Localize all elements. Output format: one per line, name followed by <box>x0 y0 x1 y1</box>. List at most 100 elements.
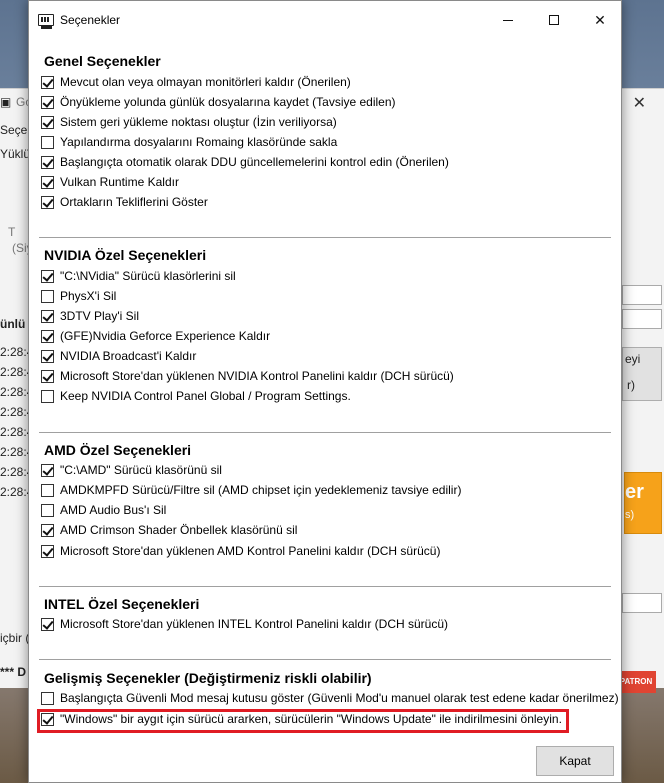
section-divider <box>39 586 611 588</box>
option-label: Microsoft Store'dan yüklenen NVIDIA Kont… <box>60 369 454 383</box>
option-amd-4[interactable]: Microsoft Store'dan yüklenen AMD Kontrol… <box>41 541 440 561</box>
checkbox[interactable] <box>41 691 54 705</box>
option-label: Sistem geri yükleme noktası oluştur (İzi… <box>60 115 337 129</box>
option-label: Önyükleme yolunda günlük dosyalarına kay… <box>60 95 396 109</box>
option-amd-2[interactable]: AMD Audio Bus'ı Sil <box>41 500 166 520</box>
checkbox[interactable] <box>41 329 54 343</box>
highlight-box <box>37 709 569 733</box>
option-nvidia-5[interactable]: Microsoft Store'dan yüklenen NVIDIA Kont… <box>41 366 454 386</box>
option-label: Başlangıçta otomatik olarak DDU güncelle… <box>60 155 449 169</box>
option-label: Keep NVIDIA Control Panel Global / Progr… <box>60 389 351 403</box>
option-advanced-0[interactable]: Başlangıçta Güvenli Mod mesaj kutusu gös… <box>41 688 619 708</box>
bg-fragment: ünlü <box>0 317 26 331</box>
option-nvidia-3[interactable]: (GFE)Nvidia Geforce Experience Kaldır <box>41 326 270 346</box>
section-title-advanced: Gelişmiş Seçenekler (Değiştirmeniz riskl… <box>44 670 372 686</box>
options-dialog: Seçenekler ✕ Genel Seçenekler Mevcut ola… <box>28 0 622 783</box>
bg-fragment: içbir ( <box>0 631 30 645</box>
bg-fragment: T <box>8 225 16 239</box>
option-label: Vulkan Runtime Kaldır <box>60 175 179 189</box>
bg-fragment: Yüklü <box>0 147 31 161</box>
option-label: AMDKMPFD Sürücü/Filtre sil (AMD chipset … <box>60 483 462 497</box>
bg-fragment: er <box>625 481 644 503</box>
section-title-general: Genel Seçenekler <box>44 53 161 69</box>
option-general-6[interactable]: Ortakların Tekliflerini Göster <box>41 192 208 212</box>
checkbox[interactable] <box>41 617 54 631</box>
checkbox[interactable] <box>41 309 54 323</box>
patreon-badge[interactable]: PATRON <box>616 671 656 693</box>
option-label: Microsoft Store'dan yüklenen AMD Kontrol… <box>60 544 441 558</box>
section-divider <box>39 659 611 661</box>
bg-fragment: *** D <box>0 665 27 679</box>
maximize-button[interactable] <box>531 1 577 39</box>
option-nvidia-4[interactable]: NVIDIA Broadcast'i Kaldır <box>41 346 196 366</box>
bg-orange-button[interactable]: er s) <box>624 472 662 534</box>
option-general-3[interactable]: Yapılandırma dosyalarını Romaing klasörü… <box>41 132 337 152</box>
option-label: AMD Crimson Shader Önbellek klasörünü si… <box>60 523 298 537</box>
option-label: "C:\AMD" Sürücü klasörünü sil <box>60 463 222 477</box>
option-nvidia-0[interactable]: "C:\NVidia" Sürücü klasörlerini sil <box>41 266 236 286</box>
option-general-0[interactable]: Mevcut olan veya olmayan monitörleri kal… <box>41 72 351 92</box>
minimize-icon <box>503 19 513 21</box>
bg-button[interactable]: eyi r) <box>622 347 662 401</box>
checkbox[interactable] <box>41 349 54 363</box>
option-amd-1[interactable]: AMDKMPFD Sürücü/Filtre sil (AMD chipset … <box>41 480 461 500</box>
checkbox[interactable] <box>41 269 54 283</box>
checkbox[interactable] <box>41 544 54 558</box>
close-button[interactable]: Kapat <box>536 746 614 776</box>
options-content: Genel Seçenekler Mevcut olan veya olmaya… <box>29 39 621 735</box>
option-label: Ortakların Tekliflerini Göster <box>60 195 208 209</box>
option-label: 3DTV Play'i Sil <box>60 309 139 323</box>
option-label: PhysX'i Sil <box>60 289 117 303</box>
option-general-1[interactable]: Önyükleme yolunda günlük dosyalarına kay… <box>41 92 396 112</box>
option-intel-0[interactable]: Microsoft Store'dan yüklenen INTEL Kontr… <box>41 614 448 634</box>
option-amd-3[interactable]: AMD Crimson Shader Önbellek klasörünü si… <box>41 520 297 540</box>
option-nvidia-6[interactable]: Keep NVIDIA Control Panel Global / Progr… <box>41 386 351 406</box>
option-label: NVIDIA Broadcast'i Kaldır <box>60 349 197 363</box>
section-divider <box>39 237 611 239</box>
checkbox[interactable] <box>41 523 54 537</box>
close-window-button[interactable]: ✕ <box>577 1 623 39</box>
option-label: Başlangıçta Güvenli Mod mesaj kutusu gös… <box>60 691 619 705</box>
option-label: "C:\NVidia" Sürücü klasörlerini sil <box>60 269 236 283</box>
bg-fragment: eyi <box>625 352 641 366</box>
option-label: Yapılandırma dosyalarını Romaing klasörü… <box>60 135 338 149</box>
section-title-intel: INTEL Özel Seçenekleri <box>44 596 200 612</box>
option-nvidia-1[interactable]: PhysX'i Sil <box>41 286 116 306</box>
option-label: AMD Audio Bus'ı Sil <box>60 503 167 517</box>
app-icon <box>38 14 54 29</box>
checkbox[interactable] <box>41 115 54 129</box>
option-label: Mevcut olan veya olmayan monitörleri kal… <box>60 75 351 89</box>
option-general-2[interactable]: Sistem geri yükleme noktası oluştur (İzi… <box>41 112 337 132</box>
bg-fragment: s) <box>625 509 635 521</box>
checkbox[interactable] <box>41 369 54 383</box>
title-bar[interactable]: Seçenekler ✕ <box>29 1 621 39</box>
option-amd-0[interactable]: "C:\AMD" Sürücü klasörünü sil <box>41 460 222 480</box>
checkbox[interactable] <box>41 75 54 89</box>
minimize-button[interactable] <box>485 1 531 39</box>
checkbox[interactable] <box>41 463 54 477</box>
checkbox[interactable] <box>41 95 54 109</box>
option-general-4[interactable]: Başlangıçta otomatik olarak DDU güncelle… <box>41 152 449 172</box>
maximize-icon <box>549 15 559 25</box>
option-label: (GFE)Nvidia Geforce Experience Kaldır <box>60 329 271 343</box>
option-label: Microsoft Store'dan yüklenen INTEL Kontr… <box>60 617 449 631</box>
section-title-nvidia: NVIDIA Özel Seçenekleri <box>44 247 207 263</box>
checkbox[interactable] <box>41 155 54 169</box>
checkbox[interactable] <box>41 135 54 149</box>
checkbox[interactable] <box>41 195 54 209</box>
bg-fragment: r) <box>627 378 635 392</box>
checkbox[interactable] <box>41 389 54 403</box>
option-nvidia-2[interactable]: 3DTV Play'i Sil <box>41 306 139 326</box>
checkbox[interactable] <box>41 483 54 497</box>
section-title-amd: AMD Özel Seçenekleri <box>44 442 192 458</box>
option-general-5[interactable]: Vulkan Runtime Kaldır <box>41 172 179 192</box>
bg-dropdown[interactable] <box>622 309 662 329</box>
checkbox[interactable] <box>41 289 54 303</box>
bg-dropdown[interactable] <box>622 285 662 305</box>
checkbox[interactable] <box>41 503 54 517</box>
bg-dropdown[interactable] <box>622 593 662 613</box>
section-divider <box>39 432 611 434</box>
checkbox[interactable] <box>41 175 54 189</box>
bg-app-icon: ▣ <box>0 95 12 109</box>
bg-close-icon[interactable]: ✕ <box>633 93 646 113</box>
